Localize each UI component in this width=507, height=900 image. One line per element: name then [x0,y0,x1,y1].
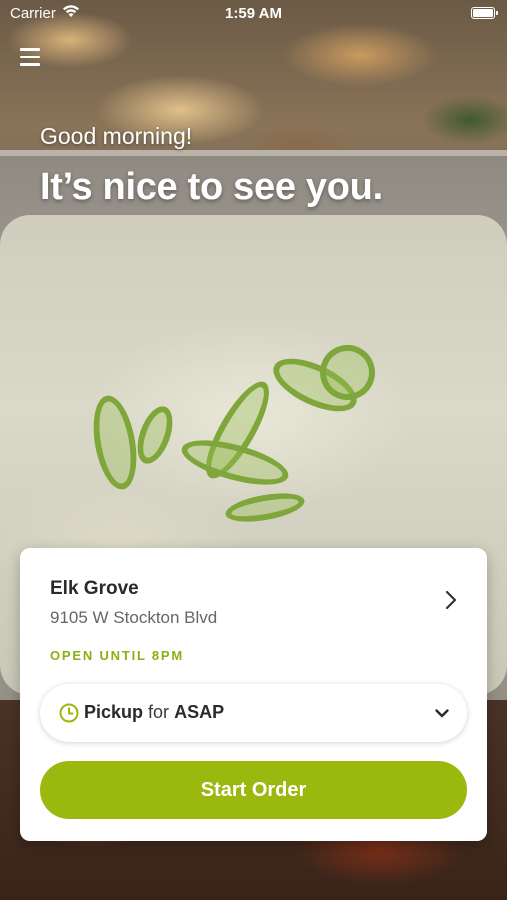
background-garnish [87,392,143,493]
clock-time: 1:59 AM [225,5,282,22]
chevron-right-icon[interactable] [438,588,462,612]
order-mode-label: Pickup for ASAP [84,702,224,723]
status-bar: Carrier 1:59 AM [0,0,507,28]
order-mode-selector[interactable]: Pickup for ASAP [40,684,467,742]
order-method: Pickup [84,702,144,722]
store-name[interactable]: Elk Grove [50,578,139,600]
store-address[interactable]: 9105 W Stockton Blvd [50,608,217,628]
order-time: ASAP [174,702,225,722]
greeting-text: Good morning! [40,123,193,149]
background-garnish [130,401,180,469]
battery-icon [471,7,498,19]
background-garnish [223,488,307,527]
start-order-button[interactable]: Start Order [40,761,467,819]
store-hours-status: OPEN UNTIL 8PM [50,648,185,663]
order-connector: for [148,702,170,722]
chevron-down-icon[interactable] [433,704,451,722]
clock-icon [58,702,80,724]
hamburger-menu-icon[interactable] [20,48,40,66]
page-title: It’s nice to see you. [40,166,383,208]
store-card: Elk Grove 9105 W Stockton Blvd OPEN UNTI… [20,548,487,841]
